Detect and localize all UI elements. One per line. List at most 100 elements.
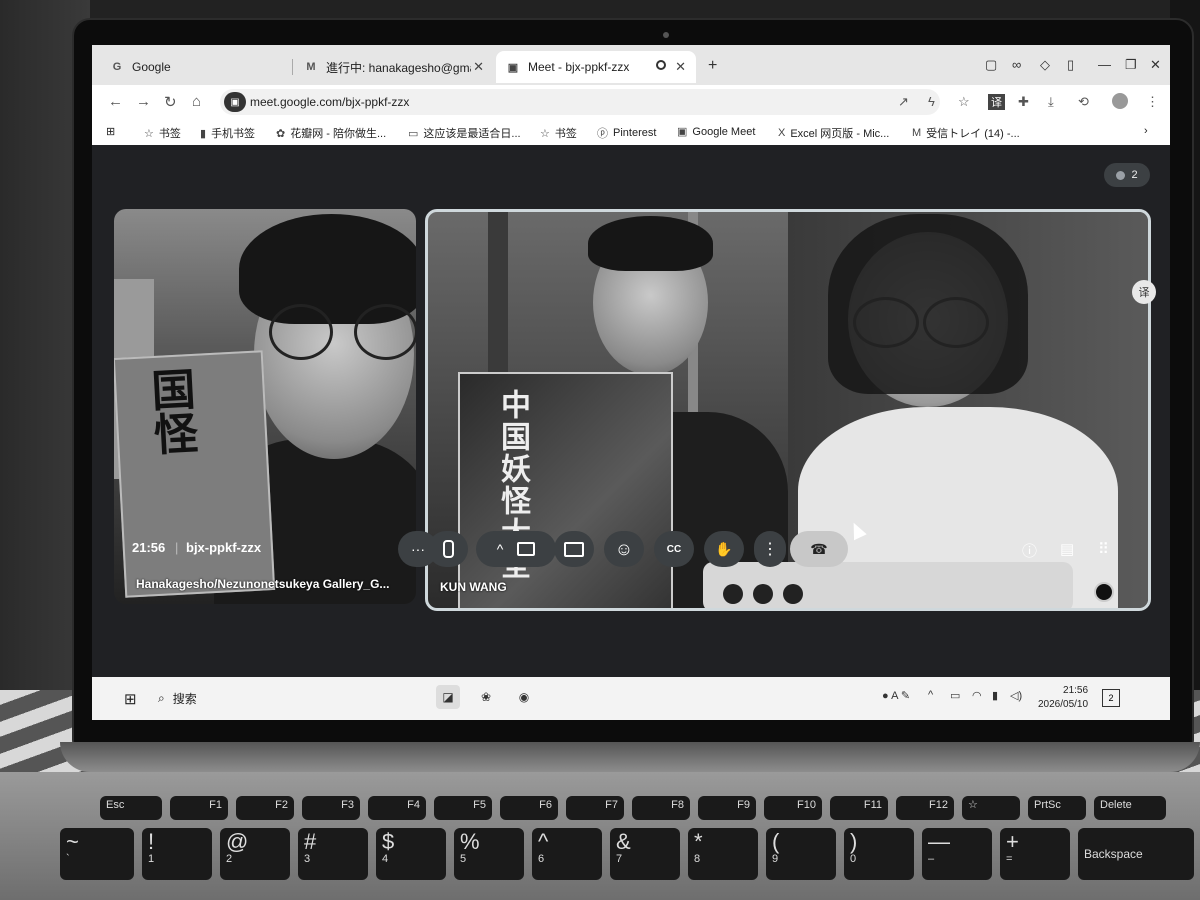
bookmark-item[interactable]: ☆ 书签: [540, 125, 577, 141]
bookmark-item[interactable]: ▭ 这应该是最适合日...: [408, 125, 521, 141]
camera-icon[interactable]: [517, 542, 536, 556]
key-9[interactable]: (9: [766, 828, 836, 880]
lightning-icon[interactable]: ϟ: [928, 94, 935, 109]
reactions-button[interactable]: ☺: [604, 531, 644, 567]
laptop-screen: G Google M 進行中: hanakagesho@gmail. ✕ ▣ M…: [92, 45, 1170, 720]
tab-gmail[interactable]: M 進行中: hanakagesho@gmail. ✕: [294, 51, 494, 83]
forward-icon[interactable]: →: [136, 93, 151, 110]
bookmark-item[interactable]: ▮ 手机书签: [200, 125, 255, 141]
taskbar-clock[interactable]: 21:56 2026/05/10: [1038, 684, 1088, 712]
key-f2[interactable]: F2: [236, 796, 294, 820]
copilot-icon[interactable]: ∞: [1012, 57, 1021, 72]
translate-icon[interactable]: 译: [988, 94, 1005, 110]
chevron-up-icon[interactable]: ^: [497, 541, 504, 557]
share-icon[interactable]: ↗: [898, 94, 909, 110]
chat-icon[interactable]: ▤: [1060, 540, 1074, 558]
key-f7[interactable]: F7: [566, 796, 624, 820]
key-backtick[interactable]: ~ `: [60, 828, 134, 880]
tab-search-icon[interactable]: ▢: [985, 57, 997, 73]
key-f6[interactable]: F6: [500, 796, 558, 820]
taskbar-app-icon[interactable]: ❀: [474, 685, 498, 709]
key-backspace[interactable]: Backspace: [1078, 828, 1194, 880]
key-8[interactable]: * 8: [688, 828, 758, 880]
reload-icon[interactable]: ↻: [164, 93, 177, 111]
key-f1[interactable]: F1: [170, 796, 228, 820]
participant-count-button[interactable]: 2: [1104, 163, 1150, 187]
meet-site-icon[interactable]: ▣: [224, 92, 246, 112]
key-2[interactable]: @2: [220, 828, 290, 880]
bookmark-item[interactable]: ✿ 花瓣网 - 陪你做生...: [276, 125, 386, 141]
tab-meet[interactable]: ▣ Meet - bjx-ppkf-zzx ✕: [496, 51, 696, 83]
maximize-icon[interactable]: ❐: [1125, 57, 1137, 73]
home-icon[interactable]: ⌂: [192, 93, 201, 110]
key-f3[interactable]: F3: [302, 796, 360, 820]
key-equals[interactable]: + =: [1000, 828, 1070, 880]
key-f10[interactable]: F10: [764, 796, 822, 820]
key-0[interactable]: ) 0: [844, 828, 914, 880]
menu-icon[interactable]: ⋮: [1146, 94, 1159, 110]
key-f5[interactable]: F5: [434, 796, 492, 820]
bookmark-item[interactable]: ☆ 书签: [144, 125, 181, 141]
tray-ime-icon[interactable]: ● A ✎: [882, 689, 910, 702]
translate-icon[interactable]: 译: [1132, 280, 1156, 304]
close-tab-icon[interactable]: ✕: [675, 59, 686, 75]
taskbar-search[interactable]: ⌕ 搜索: [158, 687, 408, 709]
windows-start-icon[interactable]: ⊞: [124, 690, 137, 708]
tab-google[interactable]: G Google: [100, 51, 290, 83]
mic-button[interactable]: [428, 531, 468, 567]
key-minus[interactable]: — –: [922, 828, 992, 880]
address-bar[interactable]: ▣ meet.google.com/bjx-ppkf-zzx: [220, 89, 940, 115]
extension-puzzle-icon[interactable]: ✚: [1018, 94, 1029, 110]
key-prtsc[interactable]: PrtSc: [1028, 796, 1086, 820]
key-star[interactable]: ☆: [962, 796, 1020, 820]
key-delete[interactable]: Delete: [1094, 796, 1166, 820]
profile-icon[interactable]: ▯: [1067, 57, 1074, 73]
download-icon[interactable]: ⤓: [1048, 94, 1054, 110]
avatar[interactable]: [1112, 93, 1128, 109]
extensions-icon[interactable]: ◇: [1040, 57, 1050, 73]
overflow-menu-button[interactable]: ⋮: [754, 531, 786, 567]
volume-icon[interactable]: ◁): [1010, 689, 1022, 702]
bookmark-label: 受信トレイ (14) -...: [926, 128, 1020, 140]
window-close-icon[interactable]: ✕: [1150, 57, 1161, 73]
raise-hand-button[interactable]: ✋: [704, 531, 744, 567]
captions-button[interactable]: CC: [654, 531, 694, 567]
wifi-icon[interactable]: ◠: [972, 689, 982, 702]
camera-group-button[interactable]: ^: [476, 531, 556, 567]
key-f11[interactable]: F11: [830, 796, 888, 820]
end-call-button[interactable]: ☎: [790, 531, 848, 567]
key-7[interactable]: & 7: [610, 828, 680, 880]
bookmark-item[interactable]: X Excel 网页版 - Mic...: [778, 125, 889, 141]
microphone-icon[interactable]: ▮: [992, 689, 998, 702]
close-tab-icon[interactable]: ✕: [473, 59, 484, 75]
notification-icon[interactable]: 2: [1102, 689, 1120, 707]
bookmark-item[interactable]: ▣ Google Meet: [677, 125, 755, 139]
bookmark-star-icon[interactable]: ☆: [958, 94, 970, 110]
edge-browser-icon[interactable]: ◉: [512, 685, 536, 709]
more-bookmarks-icon[interactable]: ›: [1144, 125, 1148, 137]
pin-icon[interactable]: [1094, 582, 1114, 602]
tray-overflow-icon[interactable]: ^: [928, 689, 933, 701]
key-5[interactable]: % 5: [454, 828, 524, 880]
bookmark-item[interactable]: ⓟ Pinterest: [597, 125, 656, 141]
key-f4[interactable]: F4: [368, 796, 426, 820]
key-f9[interactable]: F9: [698, 796, 756, 820]
key-f8[interactable]: F8: [632, 796, 690, 820]
key-1[interactable]: ! 1: [142, 828, 212, 880]
key-f12[interactable]: F12: [896, 796, 954, 820]
battery-icon[interactable]: ▭: [950, 689, 960, 702]
present-button[interactable]: [554, 531, 594, 567]
key-6[interactable]: ^ 6: [532, 828, 602, 880]
key-esc[interactable]: Esc: [100, 796, 162, 820]
minimize-icon[interactable]: —: [1098, 57, 1111, 72]
info-icon[interactable]: ⓘ: [1022, 540, 1037, 561]
new-tab-button[interactable]: +: [708, 57, 717, 75]
activities-icon[interactable]: ⠿: [1098, 540, 1109, 558]
apps-grid-icon[interactable]: ⊞: [106, 125, 115, 138]
key-3[interactable]: #3: [298, 828, 368, 880]
history-icon[interactable]: ⟲: [1078, 94, 1089, 110]
back-icon[interactable]: ←: [108, 93, 123, 110]
key-4[interactable]: $4: [376, 828, 446, 880]
bookmark-item[interactable]: M 受信トレイ (14) -...: [912, 125, 1020, 141]
taskbar-app-icon[interactable]: ◪: [436, 685, 460, 709]
